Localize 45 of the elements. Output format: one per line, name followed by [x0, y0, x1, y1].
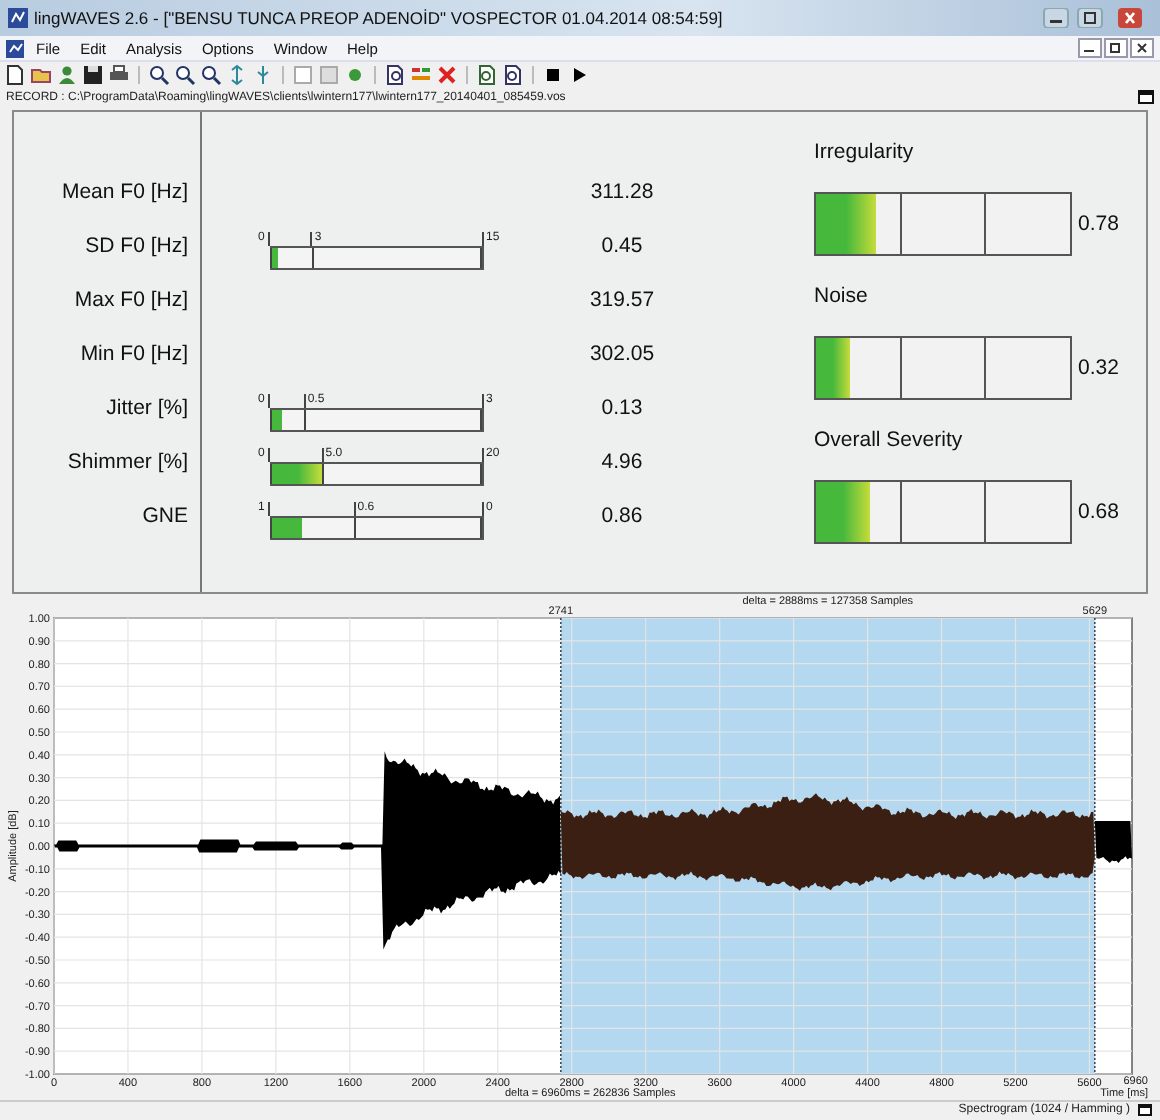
parameter-value: 311.28 — [590, 180, 654, 204]
minimize-button[interactable] — [1078, 38, 1102, 58]
severity-label: Overall Severity — [814, 426, 965, 454]
parameter-value: 4.96 — [601, 450, 643, 474]
vertical-fit-icon[interactable] — [252, 63, 274, 85]
parameter-value: 0.13 — [601, 396, 643, 420]
maximize-button[interactable] — [1074, 8, 1106, 28]
zoom-out-icon[interactable] — [200, 63, 222, 85]
panel-toggle-icon[interactable] — [1138, 1103, 1152, 1115]
document-zoom-icon[interactable] — [502, 63, 524, 85]
parameter-label: Min F0 [Hz] — [78, 340, 190, 370]
parameter-label: Max F0 [Hz] — [72, 286, 190, 316]
parameter-value: 319.57 — [589, 288, 655, 312]
severity-value: 0.32 — [1078, 356, 1119, 380]
severity-value: 0.78 — [1078, 212, 1119, 236]
circle-icon[interactable] — [344, 63, 366, 85]
bars-icon[interactable] — [410, 63, 432, 85]
cross-icon[interactable] — [436, 63, 458, 85]
parameter-label: Jitter [%] — [104, 394, 190, 424]
zoom-in-icon[interactable] — [174, 63, 196, 85]
stop-icon[interactable] — [542, 63, 564, 85]
parameter-label: Mean F0 [Hz] — [59, 178, 190, 208]
parameter-label: Shimmer [%] — [65, 448, 190, 478]
vertical-fit-icon[interactable] — [226, 63, 248, 85]
severity-label: Irregularity — [814, 138, 916, 166]
person-icon[interactable] — [56, 63, 78, 85]
parameter-label: GNE — [140, 502, 190, 532]
app-icon — [8, 8, 28, 28]
minimize-button[interactable] — [1040, 8, 1072, 28]
print-icon[interactable] — [108, 63, 130, 85]
window-title: lingWAVES 2.6 - ["BENSU TUNCA PREOP ADENOİD" VOSPECTOR 01.04.2014 08:54:59] — [34, 8, 725, 28]
parameter-label: SD F0 [Hz] — [83, 232, 190, 262]
document-search-icon[interactable] — [384, 63, 406, 85]
parameter-value: 302.05 — [589, 342, 655, 366]
save-icon[interactable] — [82, 63, 104, 85]
parameter-value: 0.86 — [601, 504, 643, 528]
severity-value: 0.68 — [1078, 500, 1119, 524]
restore-button[interactable] — [1104, 38, 1128, 58]
panel-toggle-icon[interactable] — [1138, 90, 1154, 104]
document-zoom-icon[interactable] — [476, 63, 498, 85]
close-button[interactable] — [1130, 38, 1154, 58]
parameter-value: 0.45 — [601, 234, 643, 258]
zoom-in-icon[interactable] — [148, 63, 170, 85]
document-icon[interactable] — [6, 39, 24, 57]
severity-label: Noise — [814, 282, 870, 310]
